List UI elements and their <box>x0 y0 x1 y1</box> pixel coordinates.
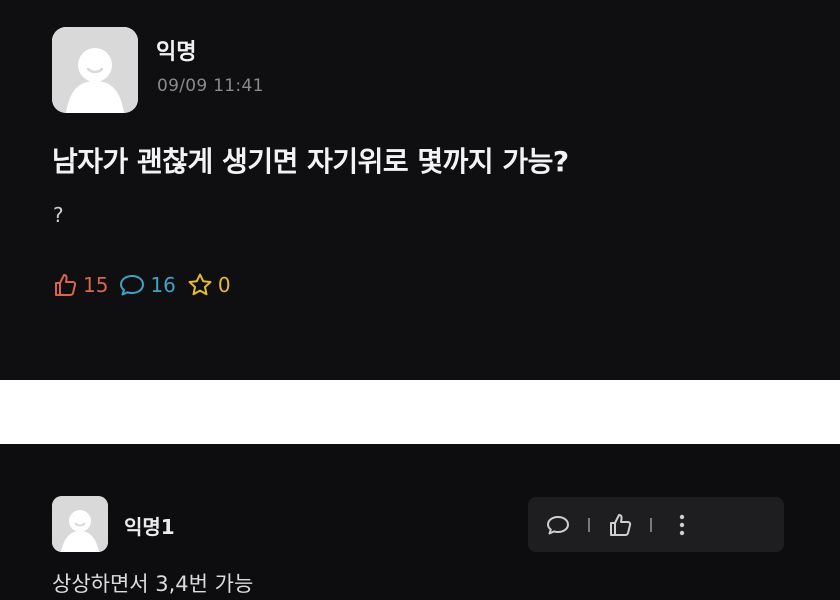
author-avatar[interactable] <box>52 27 138 113</box>
thumbs-up-icon <box>55 274 77 296</box>
like-count-value: 15 <box>83 273 109 297</box>
post-stats: 15 16 0 <box>51 271 241 299</box>
post-card: 익명 09/09 11:41 남자가 괜찮게 생기면 자기위로 몇까지 가능? … <box>0 0 840 380</box>
more-vertical-icon <box>679 514 685 535</box>
comment-author: 익명1 <box>124 515 175 539</box>
commenter-avatar[interactable] <box>52 496 108 552</box>
post-title: 남자가 괜찮게 생기면 자기위로 몇까지 가능? <box>52 145 569 178</box>
comment-like-button[interactable] <box>590 497 650 552</box>
like-count[interactable]: 15 <box>51 271 108 299</box>
section-divider <box>0 380 840 444</box>
post-author: 익명 <box>156 40 197 65</box>
scrap-count[interactable]: 0 <box>186 271 231 299</box>
comment-actions <box>528 497 784 552</box>
thumbs-up-icon <box>610 513 632 536</box>
scrap-count-value: 0 <box>217 273 231 297</box>
post-body: ? <box>53 203 64 227</box>
star-icon <box>188 273 212 296</box>
default-avatar-icon <box>52 496 108 552</box>
post-timestamp: 09/09 11:41 <box>157 76 264 96</box>
comment-item: 익명1 상상하면서 3,4번 가능 <box>0 444 840 600</box>
reply-button[interactable] <box>528 497 588 552</box>
comment-count[interactable]: 16 <box>118 271 176 299</box>
comment-text: 상상하면서 3,4번 가능 <box>52 572 254 596</box>
reply-bubble-icon <box>547 515 569 534</box>
default-avatar-icon <box>52 27 138 113</box>
speech-bubble-icon <box>120 275 145 296</box>
comment-count-value: 16 <box>150 273 176 297</box>
more-options-button[interactable] <box>652 497 712 552</box>
